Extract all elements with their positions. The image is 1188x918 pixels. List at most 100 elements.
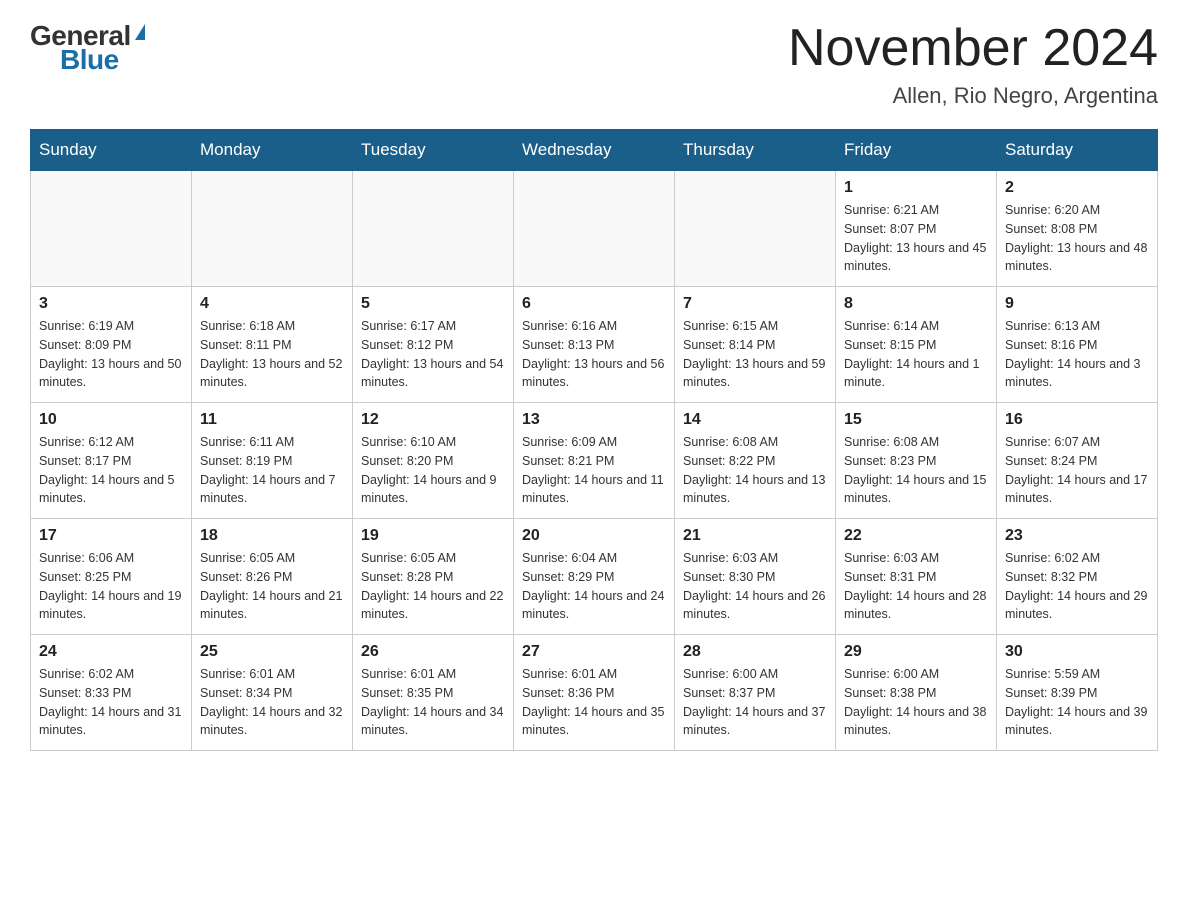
day-number: 15 [844,411,988,429]
calendar-cell [192,171,353,287]
day-info: Sunrise: 6:04 AM Sunset: 8:29 PM Dayligh… [522,549,666,624]
day-number: 13 [522,411,666,429]
day-number: 3 [39,295,183,313]
calendar-cell: 6 Sunrise: 6:16 AM Sunset: 8:13 PM Daylig… [514,287,675,403]
day-info: Sunrise: 6:10 AM Sunset: 8:20 PM Dayligh… [361,433,505,508]
day-number: 24 [39,643,183,661]
day-number: 16 [1005,411,1149,429]
calendar-day-header: Thursday [675,130,836,171]
day-number: 8 [844,295,988,313]
day-info: Sunrise: 6:01 AM Sunset: 8:34 PM Dayligh… [200,665,344,740]
logo-triangle-icon [135,24,145,40]
day-info: Sunrise: 6:05 AM Sunset: 8:28 PM Dayligh… [361,549,505,624]
calendar-cell: 4 Sunrise: 6:18 AM Sunset: 8:11 PM Daylig… [192,287,353,403]
day-info: Sunrise: 6:01 AM Sunset: 8:35 PM Dayligh… [361,665,505,740]
calendar-day-header: Monday [192,130,353,171]
calendar-cell: 8Sunrise: 6:14 AM Sunset: 8:15 PM Daylig… [836,287,997,403]
day-info: Sunrise: 6:12 AM Sunset: 8:17 PM Dayligh… [39,433,183,508]
day-number: 26 [361,643,505,661]
day-number: 20 [522,527,666,545]
calendar-cell: 18Sunrise: 6:05 AM Sunset: 8:26 PM Dayli… [192,519,353,635]
day-info: Sunrise: 6:16 AM Sunset: 8:13 PM Dayligh… [522,317,666,392]
calendar-cell: 9 Sunrise: 6:13 AM Sunset: 8:16 PM Daylig… [997,287,1158,403]
calendar-cell: 24 Sunrise: 6:02 AM Sunset: 8:33 PM Dayli… [31,635,192,751]
calendar-cell: 30 Sunrise: 5:59 AM Sunset: 8:39 PM Dayli… [997,635,1158,751]
calendar-week-row: 3Sunrise: 6:19 AM Sunset: 8:09 PM Daylig… [31,287,1158,403]
day-info: Sunrise: 5:59 AM Sunset: 8:39 PM Dayligh… [1005,665,1149,740]
calendar-week-row: 10 Sunrise: 6:12 AM Sunset: 8:17 PM Dayli… [31,403,1158,519]
day-number: 28 [683,643,827,661]
day-number: 22 [844,527,988,545]
day-info: Sunrise: 6:15 AM Sunset: 8:14 PM Dayligh… [683,317,827,392]
calendar-cell: 21 Sunrise: 6:03 AM Sunset: 8:30 PM Dayli… [675,519,836,635]
calendar-day-header: Sunday [31,130,192,171]
calendar-day-header: Saturday [997,130,1158,171]
calendar-cell: 15 Sunrise: 6:08 AM Sunset: 8:23 PM Dayli… [836,403,997,519]
calendar-cell: 3Sunrise: 6:19 AM Sunset: 8:09 PM Daylig… [31,287,192,403]
day-info: Sunrise: 6:02 AM Sunset: 8:33 PM Dayligh… [39,665,183,740]
page-header: General Blue November 2024 Allen, Rio Ne… [30,20,1158,109]
calendar-cell: 12Sunrise: 6:10 AM Sunset: 8:20 PM Dayli… [353,403,514,519]
day-number: 9 [1005,295,1149,313]
day-info: Sunrise: 6:18 AM Sunset: 8:11 PM Dayligh… [200,317,344,392]
calendar-week-row: 17 Sunrise: 6:06 AM Sunset: 8:25 PM Dayli… [31,519,1158,635]
calendar-cell: 11 Sunrise: 6:11 AM Sunset: 8:19 PM Dayli… [192,403,353,519]
day-info: Sunrise: 6:08 AM Sunset: 8:22 PM Dayligh… [683,433,827,508]
title-block: November 2024 Allen, Rio Negro, Argentin… [788,20,1158,109]
day-number: 27 [522,643,666,661]
day-number: 2 [1005,179,1149,197]
logo: General Blue [30,20,145,76]
day-info: Sunrise: 6:13 AM Sunset: 8:16 PM Dayligh… [1005,317,1149,392]
calendar-cell: 27 Sunrise: 6:01 AM Sunset: 8:36 PM Dayli… [514,635,675,751]
calendar-week-row: 24 Sunrise: 6:02 AM Sunset: 8:33 PM Dayli… [31,635,1158,751]
day-number: 11 [200,411,344,429]
day-info: Sunrise: 6:02 AM Sunset: 8:32 PM Dayligh… [1005,549,1149,624]
calendar-table: SundayMondayTuesdayWednesdayThursdayFrid… [30,129,1158,751]
logo-blue-text: Blue [60,44,119,76]
day-info: Sunrise: 6:00 AM Sunset: 8:37 PM Dayligh… [683,665,827,740]
calendar-cell: 26 Sunrise: 6:01 AM Sunset: 8:35 PM Dayli… [353,635,514,751]
day-number: 30 [1005,643,1149,661]
day-number: 25 [200,643,344,661]
calendar-cell: 17 Sunrise: 6:06 AM Sunset: 8:25 PM Dayli… [31,519,192,635]
day-info: Sunrise: 6:17 AM Sunset: 8:12 PM Dayligh… [361,317,505,392]
day-info: Sunrise: 6:11 AM Sunset: 8:19 PM Dayligh… [200,433,344,508]
calendar-cell [31,171,192,287]
day-number: 18 [200,527,344,545]
day-number: 10 [39,411,183,429]
calendar-cell: 14 Sunrise: 6:08 AM Sunset: 8:22 PM Dayli… [675,403,836,519]
calendar-cell: 13Sunrise: 6:09 AM Sunset: 8:21 PM Dayli… [514,403,675,519]
calendar-cell: 22 Sunrise: 6:03 AM Sunset: 8:31 PM Dayli… [836,519,997,635]
day-info: Sunrise: 6:03 AM Sunset: 8:30 PM Dayligh… [683,549,827,624]
calendar-cell: 7 Sunrise: 6:15 AM Sunset: 8:14 PM Daylig… [675,287,836,403]
calendar-header-row: SundayMondayTuesdayWednesdayThursdayFrid… [31,130,1158,171]
calendar-cell: 23 Sunrise: 6:02 AM Sunset: 8:32 PM Dayli… [997,519,1158,635]
calendar-cell [514,171,675,287]
day-number: 23 [1005,527,1149,545]
month-title: November 2024 [788,20,1158,77]
calendar-cell [353,171,514,287]
day-number: 4 [200,295,344,313]
calendar-cell: 16 Sunrise: 6:07 AM Sunset: 8:24 PM Dayli… [997,403,1158,519]
calendar-cell: 1 Sunrise: 6:21 AM Sunset: 8:07 PM Daylig… [836,171,997,287]
calendar-cell: 29Sunrise: 6:00 AM Sunset: 8:38 PM Dayli… [836,635,997,751]
day-info: Sunrise: 6:08 AM Sunset: 8:23 PM Dayligh… [844,433,988,508]
calendar-cell: 25 Sunrise: 6:01 AM Sunset: 8:34 PM Dayli… [192,635,353,751]
calendar-cell [675,171,836,287]
day-info: Sunrise: 6:01 AM Sunset: 8:36 PM Dayligh… [522,665,666,740]
day-info: Sunrise: 6:21 AM Sunset: 8:07 PM Dayligh… [844,201,988,276]
day-number: 29 [844,643,988,661]
day-info: Sunrise: 6:03 AM Sunset: 8:31 PM Dayligh… [844,549,988,624]
calendar-cell: 20 Sunrise: 6:04 AM Sunset: 8:29 PM Dayli… [514,519,675,635]
day-number: 19 [361,527,505,545]
day-number: 14 [683,411,827,429]
day-number: 17 [39,527,183,545]
calendar-day-header: Friday [836,130,997,171]
day-info: Sunrise: 6:06 AM Sunset: 8:25 PM Dayligh… [39,549,183,624]
day-number: 7 [683,295,827,313]
calendar-day-header: Tuesday [353,130,514,171]
day-number: 6 [522,295,666,313]
day-number: 21 [683,527,827,545]
day-number: 1 [844,179,988,197]
day-info: Sunrise: 6:07 AM Sunset: 8:24 PM Dayligh… [1005,433,1149,508]
